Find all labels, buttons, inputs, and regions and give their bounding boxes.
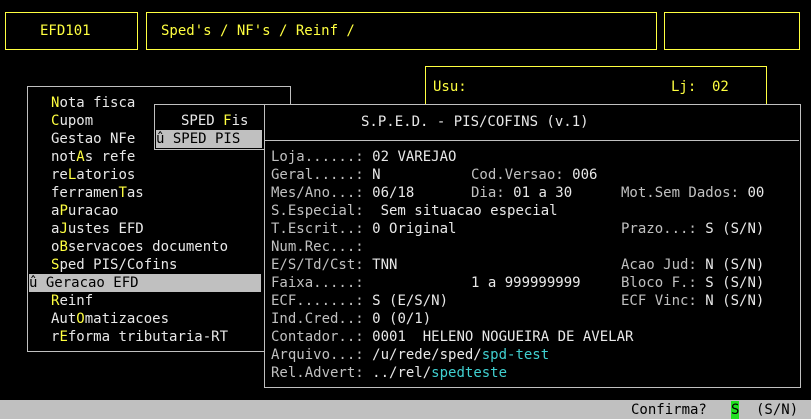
breadcrumb: Sped's / NF's / Reinf / (161, 23, 355, 39)
menu-item-cupom[interactable]: Cupom (51, 112, 93, 130)
field-loja[interactable]: Loja......: 02 VAREJAO (271, 148, 456, 166)
field-t-escrit[interactable]: T.Escrit..: 0 Original (271, 220, 456, 238)
menu-item-observacoes-documento[interactable]: oBservacoes documento (51, 238, 228, 256)
field-num-rec[interactable]: Num.Rec...: (271, 238, 364, 256)
field-cod-versao[interactable]: Cod.Versao: 006 (471, 166, 597, 184)
menu-item-nota-fiscal[interactable]: Nota fisca (51, 94, 135, 112)
field-dia[interactable]: Dia: 01 a 30 (471, 184, 572, 202)
status-prompt: Confirma? (631, 402, 707, 418)
field-ind-cred[interactable]: Ind.Cred..: 0 (0/1) (271, 310, 431, 328)
field-faixa-value[interactable]: 1 a 999999999 (471, 274, 581, 292)
user-label: Usu: (433, 79, 467, 95)
menu-item-reforma-tributaria[interactable]: rEforma tributaria-RT (51, 328, 228, 346)
field-arquivo[interactable]: Arquivo...: /u/rede/sped/spd-test (271, 346, 549, 364)
field-geral[interactable]: Geral.....: N (271, 166, 381, 184)
status-options: (S/N) (756, 402, 799, 418)
menu-item-reinf[interactable]: Reinf (51, 292, 93, 310)
menu-item-geracao-efd[interactable]: û Geracao EFD (29, 274, 261, 292)
menu-item-gestao-nfe[interactable]: Gestao NFe (51, 130, 135, 148)
field-e-s-td-cst[interactable]: E/S/Td/Cst: TNN (271, 256, 397, 274)
menu-item-automatizacoes[interactable]: AutOmatizacoes (51, 310, 169, 328)
program-code: EFD101 (40, 23, 91, 39)
menu-item-ferramentas[interactable]: ferramenTas (51, 184, 144, 202)
field-bloco-f[interactable]: Bloco F.: S (S/N) (621, 274, 764, 292)
menu-item-apuracao[interactable]: aPuracao (51, 202, 118, 220)
field-ecf-vinc[interactable]: ECF Vinc: N (S/N) (621, 292, 764, 310)
field-mot-sem-dados[interactable]: Mot.Sem Dados: 00 (621, 184, 764, 202)
store-value: 02 (712, 79, 729, 95)
submenu-item-sped-pis[interactable]: û SPED PIS (156, 130, 262, 148)
field-ecf[interactable]: ECF.......: S (E/S/N) (271, 292, 448, 310)
submenu-item-sped-fiscal[interactable]: SPED Fis (181, 112, 248, 130)
field-s-especial[interactable]: S.Especial: Sem situacao especial (271, 202, 558, 220)
field-mes-ano[interactable]: Mes/Ano...: 06/18 (271, 184, 414, 202)
dialog-title: S.P.E.D. - PIS/COFINS (v.1) (361, 114, 589, 130)
field-acao-jud[interactable]: Acao Jud: N (S/N) (621, 256, 764, 274)
field-faixa[interactable]: Faixa.....: (271, 274, 364, 292)
status-confirm-input[interactable]: S (731, 401, 740, 419)
store-label: Lj: (671, 79, 697, 95)
right-header-box (664, 12, 800, 50)
field-rel-advert[interactable]: Rel.Advert: ../rel/spedteste (271, 364, 507, 382)
menu-item-notas-referenciadas[interactable]: notAs refe (51, 148, 135, 166)
menu-item-ajustes-efd[interactable]: aJustes EFD (51, 220, 144, 238)
field-prazo[interactable]: Prazo...: S (S/N) (621, 220, 764, 238)
field-contador[interactable]: Contador..: 0001 HELENO NOGUEIRA DE AVEL… (271, 328, 633, 346)
menu-item-relatorios[interactable]: reLatorios (51, 166, 135, 184)
menu-item-sped-pis-cofins[interactable]: Sped PIS/Cofins (51, 256, 177, 274)
